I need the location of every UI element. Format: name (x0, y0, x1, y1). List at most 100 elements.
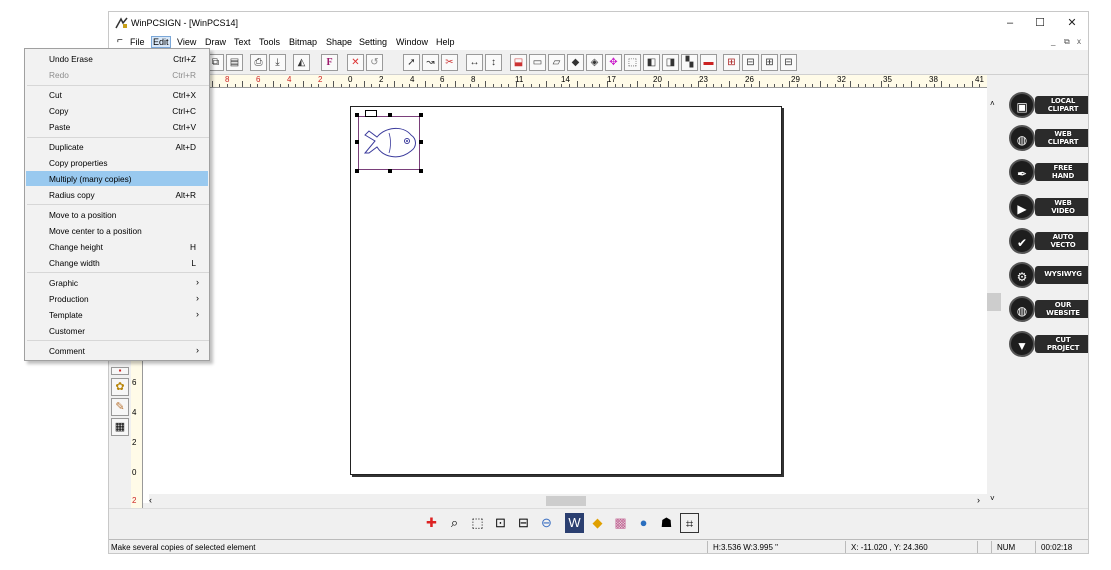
zoom-previous-icon[interactable]: ⊖ (537, 513, 556, 533)
menu-window[interactable]: Window (396, 37, 428, 47)
scroll-thumb[interactable] (987, 293, 1001, 311)
shape-tool-icon[interactable]: ◭ (293, 54, 310, 71)
horizontal-scrollbar[interactable]: ‹ › (149, 494, 987, 508)
menu-item-multiply[interactable]: Multiply (many copies) (26, 171, 208, 186)
menu-item-cut[interactable]: Cut Ctrl+X (26, 87, 208, 102)
menu-help[interactable]: Help (436, 37, 455, 47)
zoom-out-icon[interactable]: ⌕ (445, 513, 464, 533)
scroll-up-icon[interactable]: ˄ (990, 99, 995, 108)
zoom-all-icon[interactable]: ⊡ (491, 513, 510, 533)
wysiwyg-icon[interactable]: W (565, 513, 584, 533)
mdi-close-button[interactable]: x (1077, 37, 1081, 46)
rectangle-icon[interactable]: ▭ (529, 54, 546, 71)
menu-item-duplicate[interactable]: Duplicate Alt+D (26, 139, 208, 154)
zoom-page-icon[interactable]: ⊟ (514, 513, 533, 533)
move-icon[interactable]: ✥ (605, 54, 622, 71)
layout-4-icon[interactable]: ⊟ (780, 54, 797, 71)
vertical-scrollbar[interactable]: ˄ ˅ (987, 75, 1001, 505)
menu-item-customer[interactable]: Customer (26, 323, 208, 338)
local-clipart-button[interactable]: ▣ LOCAL CLIPART (1009, 92, 1088, 118)
menu-item-radius-copy[interactable]: Radius copy Alt+R (26, 187, 208, 202)
weld-icon[interactable]: ⬓ (510, 54, 527, 71)
minimize-button[interactable]: – (995, 15, 1025, 31)
scissors-icon[interactable]: ✂ (441, 54, 458, 71)
scroll-left-icon[interactable]: ‹ (149, 495, 152, 505)
fish-shape[interactable] (359, 117, 419, 169)
scroll-thumb[interactable] (546, 496, 586, 506)
scroll-down-icon[interactable]: ˅ (990, 494, 995, 503)
menu-item-move-to-position[interactable]: Move to a position (26, 207, 208, 222)
tool-partial-icon[interactable]: ▪ (111, 367, 129, 375)
resize-handle[interactable] (419, 140, 423, 144)
resize-handle[interactable] (388, 169, 392, 173)
calculator-icon[interactable]: ▦ (111, 418, 129, 436)
menu-draw[interactable]: Draw (205, 37, 226, 47)
pencil-icon[interactable]: ✎ (111, 398, 129, 416)
align-icon[interactable]: ▚ (681, 54, 698, 71)
resize-handle[interactable] (419, 113, 423, 117)
menu-edit[interactable]: Edit (151, 36, 171, 48)
mdi-restore-button[interactable]: ⧉ (1064, 37, 1070, 47)
menu-item-template[interactable]: Template › (26, 307, 208, 322)
menu-tools[interactable]: Tools (259, 37, 280, 47)
zoom-selection-icon[interactable]: ⬚ (468, 513, 487, 533)
menu-file[interactable]: File (130, 37, 145, 47)
group-icon[interactable]: ◧ (643, 54, 660, 71)
paste-icon[interactable]: ▤ (226, 54, 243, 71)
menu-item-paste[interactable]: Paste Ctrl+V (26, 119, 208, 134)
drawing-canvas[interactable] (143, 88, 987, 503)
wysiwyg-button[interactable]: ⚙ WYSIWYG (1009, 262, 1088, 288)
menu-item-graphic[interactable]: Graphic › (26, 275, 208, 290)
zoom-in-icon[interactable]: ✚ (422, 513, 441, 533)
resize-handle[interactable] (355, 169, 359, 173)
menu-item-undo[interactable]: Undo Erase Ctrl+Z (26, 51, 208, 66)
eraser-icon[interactable]: ▱ (548, 54, 565, 71)
our-website-button[interactable]: ◍ OUR WEBSITE (1009, 296, 1088, 322)
menu-bitmap[interactable]: Bitmap (289, 37, 317, 47)
flip-vertical-icon[interactable]: ↕ (485, 54, 502, 71)
menu-item-comment[interactable]: Comment › (26, 343, 208, 358)
menu-item-change-height[interactable]: Change height H (26, 239, 208, 254)
menu-item-production[interactable]: Production › (26, 291, 208, 306)
menu-view[interactable]: View (177, 37, 196, 47)
ungroup-icon[interactable]: ◨ (662, 54, 679, 71)
menu-item-redo[interactable]: Redo Ctrl+R (26, 67, 208, 82)
menu-item-move-center[interactable]: Move center to a position (26, 223, 208, 238)
print-icon[interactable]: ⎙ (250, 54, 267, 71)
cutter-icon[interactable]: ⤓ (269, 54, 286, 71)
layout-3-icon[interactable]: ⊞ (761, 54, 778, 71)
web-video-button[interactable]: ▶ WEB VIDEO (1009, 194, 1088, 220)
scroll-right-icon[interactable]: › (977, 495, 980, 505)
flip-horizontal-icon[interactable]: ↔ (466, 54, 483, 71)
maximize-button[interactable]: ☐ (1025, 15, 1055, 31)
rotate-handle[interactable] (365, 110, 377, 117)
delete-icon[interactable]: ✕ (347, 54, 364, 71)
color-palette-icon[interactable]: ✿ (111, 378, 129, 396)
menu-shape[interactable]: Shape (326, 37, 352, 47)
font-icon[interactable]: F (321, 54, 338, 71)
cut-project-button[interactable]: ▼ CUT PROJECT (1009, 331, 1088, 357)
pointer-icon[interactable]: ➚ (403, 54, 420, 71)
paint-bucket-icon[interactable]: ◈ (586, 54, 603, 71)
auto-vecto-button[interactable]: ✔ AUTO VECTO (1009, 228, 1088, 254)
resize-handle[interactable] (355, 113, 359, 117)
tshirt-icon[interactable]: ☗ (657, 513, 676, 533)
menu-setting[interactable]: Setting (359, 37, 387, 47)
coin-icon[interactable]: ◆ (588, 513, 607, 533)
crop-icon[interactable]: ⌗ (680, 513, 699, 533)
globe-icon[interactable]: ● (634, 513, 653, 533)
menu-item-copy-properties[interactable]: Copy properties (26, 155, 208, 170)
layout-1-icon[interactable]: ⊞ (723, 54, 740, 71)
color-chart-icon[interactable]: ▩ (611, 513, 630, 533)
mdi-minimize-button[interactable]: _ (1051, 37, 1055, 46)
menu-text[interactable]: Text (234, 37, 251, 47)
resize-handle[interactable] (388, 113, 392, 117)
layout-2-icon[interactable]: ⊟ (742, 54, 759, 71)
fill-icon[interactable]: ◆ (567, 54, 584, 71)
resize-handle[interactable] (419, 169, 423, 173)
node-edit-icon[interactable]: ↝ (422, 54, 439, 71)
shadow-icon[interactable]: ▬ (700, 54, 717, 71)
menu-item-change-width[interactable]: Change width L (26, 255, 208, 270)
close-button[interactable]: ✕ (1057, 15, 1087, 31)
resize-handle[interactable] (355, 140, 359, 144)
